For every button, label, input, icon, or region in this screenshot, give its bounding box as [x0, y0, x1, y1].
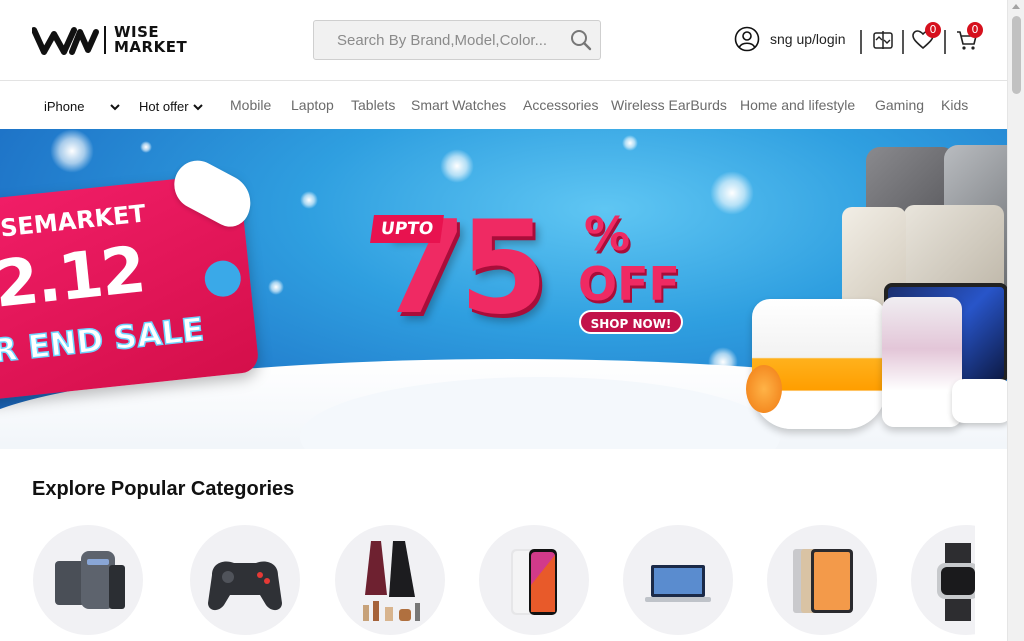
category-accessories[interactable]: [33, 525, 143, 635]
smartwatch-icon: [937, 543, 975, 621]
categories-title: Explore Popular Categories: [32, 478, 295, 500]
nav-link-home-lifestyle[interactable]: Home and lifestyle: [740, 97, 855, 113]
page-scrollbar[interactable]: [1007, 0, 1024, 641]
percent-sign: %: [584, 207, 631, 261]
cart-count-badge: 0: [967, 22, 983, 38]
nav-dropdown-iphone[interactable]: iPhone: [44, 99, 121, 114]
upto-label: UPTO: [370, 215, 444, 243]
logo-mark-icon: [32, 27, 99, 55]
logo-text: WISE MARKET: [114, 25, 187, 55]
earbuds-product-image: [952, 379, 1007, 423]
logo-divider: [104, 26, 106, 54]
nav-link-gaming[interactable]: Gaming: [875, 97, 924, 113]
site-header: WISE MARKET sng up/login: [0, 0, 1007, 81]
snowflake: [622, 135, 638, 151]
nav-dropdown-label: Hot offer: [139, 99, 189, 114]
snowflake: [440, 149, 474, 183]
category-fashion-beauty[interactable]: [335, 525, 445, 635]
fashion-beauty-icon: [363, 541, 420, 621]
nav-link-tablets[interactable]: Tablets: [351, 97, 395, 113]
blender-product-image: [882, 297, 962, 427]
nav-dropdown-label: iPhone: [44, 99, 85, 114]
tag-hole: [202, 258, 243, 299]
category-mobile[interactable]: [479, 525, 589, 635]
user-login[interactable]: sng up/login: [734, 26, 846, 52]
category-smart-watches[interactable]: [911, 525, 975, 635]
smartphone-icon: [511, 549, 557, 615]
scroll-up-arrow-icon[interactable]: [1012, 4, 1020, 9]
chevron-down-icon: [110, 103, 121, 110]
header-divider: [902, 30, 904, 54]
nav-link-mobile[interactable]: Mobile: [230, 97, 271, 113]
game-controller-icon: [208, 561, 282, 611]
sale-tag-date: 2.12: [0, 233, 148, 323]
user-icon[interactable]: [734, 26, 760, 52]
category-tablets[interactable]: [767, 525, 877, 635]
scrollbar-thumb[interactable]: [1012, 16, 1021, 94]
nav-link-wireless-earbuds[interactable]: Wireless EarBurds: [611, 97, 727, 113]
accessories-bundle-icon: [55, 551, 125, 609]
wise-market-logo[interactable]: WISE MARKET: [32, 24, 187, 56]
snowflake: [50, 129, 94, 173]
logo-text-line2: MARKET: [114, 38, 188, 56]
snowflake: [300, 191, 318, 209]
snowflake: [710, 171, 754, 215]
nav-link-accessories[interactable]: Accessories: [523, 97, 598, 113]
chevron-down-icon: [192, 103, 203, 110]
header-divider: [860, 30, 862, 54]
search-input[interactable]: [314, 21, 564, 59]
login-link[interactable]: sng up/login: [770, 31, 846, 47]
nav-link-smart-watches[interactable]: Smart Watches: [411, 97, 506, 113]
header-divider: [944, 30, 946, 54]
search-box: [313, 20, 601, 60]
tablet-icon: [793, 549, 853, 613]
compare-icon[interactable]: [871, 28, 895, 52]
page: WISE MARKET sng up/login: [0, 0, 1024, 641]
oranges-image: [746, 365, 782, 413]
laptop-icon: [645, 565, 711, 602]
nav-dropdown-hot-offer[interactable]: Hot offer: [139, 99, 203, 114]
wishlist-count-badge: 0: [925, 22, 941, 38]
nav-link-kids[interactable]: Kids: [941, 97, 968, 113]
category-nav: iPhone Hot offer Mobile Laptop Tablets S…: [0, 81, 1007, 129]
search-icon[interactable]: [570, 29, 592, 51]
snowflake: [268, 279, 284, 295]
year-end-sale-banner[interactable]: SEMARKET 2.12 R END SALE 75 UPTO % OFF S…: [0, 129, 1007, 449]
category-laptop[interactable]: [623, 525, 733, 635]
off-label: OFF: [578, 257, 680, 311]
snowflake: [140, 141, 152, 153]
categories-carousel: [0, 522, 975, 641]
category-gaming[interactable]: [190, 525, 300, 635]
nav-link-laptop[interactable]: Laptop: [291, 97, 334, 113]
shop-now-button[interactable]: SHOP NOW!: [579, 310, 683, 334]
